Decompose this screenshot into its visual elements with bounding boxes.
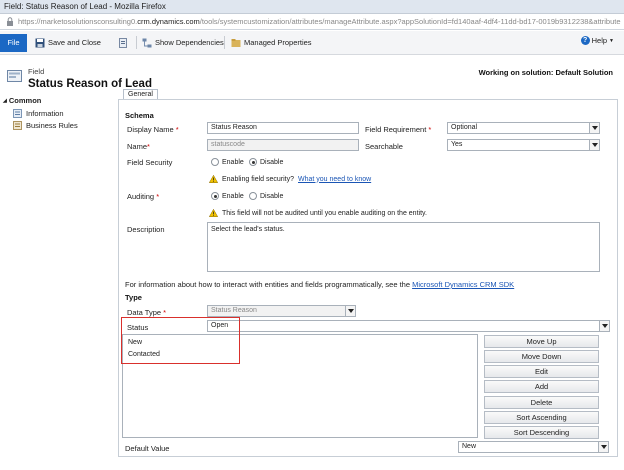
type-section-title: Type (125, 293, 142, 302)
auditing-enable-radio[interactable]: Enable (211, 192, 244, 200)
dependencies-icon (142, 38, 152, 47)
left-nav: ◢ Common Information Business Rules (0, 93, 117, 470)
data-type-label: Data Type * (127, 308, 167, 317)
nav-group-label: Common (8, 96, 42, 105)
warning-icon (209, 209, 218, 217)
field-security-enable-radio[interactable]: Enable (211, 158, 244, 166)
window-titlebar: Field: Status Reason of Lead - Mozilla F… (0, 0, 624, 14)
entity-kind: Field (28, 67, 45, 76)
page-icon (119, 37, 127, 48)
url-host: crm.dynamics.com (137, 17, 200, 26)
managed-properties-button[interactable]: Managed Properties (231, 36, 312, 49)
chevron-down-icon (598, 442, 608, 452)
warning-icon (209, 175, 218, 183)
nav-group-common[interactable]: ◢ Common (3, 96, 41, 105)
business-rules-icon (13, 121, 22, 130)
help-button[interactable]: ? Help ▼ (580, 36, 614, 45)
description-field[interactable]: Select the lead's status. (207, 222, 600, 272)
field-security-warning-text: Enabling field security? (222, 175, 294, 183)
edit-button[interactable]: Edit (484, 365, 599, 378)
chevron-down-icon (589, 140, 599, 150)
command-ribbon: File Save and Close Show Dependencies Ma… (0, 31, 624, 55)
auditing-disable-radio[interactable]: Disable (249, 192, 283, 200)
save-icon (35, 38, 45, 47)
status-select[interactable]: Open (207, 320, 610, 332)
auditing-label: Auditing * (127, 192, 160, 201)
field-security-warning: Enabling field security? What you need t… (209, 175, 371, 183)
url-prefix: https://marketosolutionsconsulting0. (18, 17, 138, 26)
delete-button[interactable]: Delete (484, 396, 599, 409)
default-value-label: Default Value (125, 444, 170, 453)
window-title: Field: Status Reason of Lead - Mozilla F… (4, 2, 166, 11)
lock-icon (7, 17, 13, 26)
nav-item-information[interactable]: Information (13, 109, 64, 118)
move-up-button[interactable]: Move Up (484, 335, 599, 348)
name-field: statuscode (207, 139, 359, 151)
properties-page-button[interactable] (118, 36, 128, 49)
chevron-down-icon (589, 123, 599, 133)
save-and-close-button[interactable]: Save and Close (35, 36, 101, 49)
default-value-select[interactable]: New (458, 441, 609, 453)
chevron-down-icon: ▼ (609, 37, 614, 44)
solution-label: Working on solution: Default Solution (478, 68, 613, 77)
nav-item-label: Information (26, 109, 64, 118)
address-bar[interactable]: https://marketosolutionsconsulting0.crm.… (0, 14, 624, 30)
data-type-select: Status Reason (207, 305, 356, 317)
file-button[interactable]: File (0, 34, 27, 52)
description-label: Description (127, 225, 165, 234)
radio-icon (211, 192, 219, 200)
field-security-label: Field Security (127, 158, 173, 167)
field-requirement-select[interactable]: Optional (447, 122, 600, 134)
chevron-down-icon (345, 306, 355, 316)
url-suffix: /tools/systemcustomization/attributes/ma… (199, 17, 621, 26)
show-dependencies-label: Show Dependencies (155, 38, 224, 47)
managed-properties-icon (231, 38, 241, 47)
sort-descending-button[interactable]: Sort Descending (484, 426, 599, 439)
ribbon-separator (224, 36, 225, 49)
sdk-info-text: For information about how to interact wi… (125, 280, 410, 289)
nav-item-business-rules[interactable]: Business Rules (13, 121, 78, 130)
searchable-select[interactable]: Yes (447, 139, 600, 151)
form-content: Schema Display Name * Status Reason Fiel… (118, 99, 618, 457)
sdk-info: For information about how to interact wi… (125, 280, 514, 289)
auditing-warning-text: This field will not be audited until you… (222, 209, 427, 217)
sort-ascending-button[interactable]: Sort Ascending (484, 411, 599, 424)
auditing-warning: This field will not be audited until you… (209, 209, 427, 217)
address-url[interactable]: https://marketosolutionsconsulting0.crm.… (18, 17, 621, 26)
add-button[interactable]: Add (484, 380, 599, 393)
highlight-box (121, 317, 240, 364)
help-icon: ? (580, 36, 590, 45)
nav-item-label: Business Rules (26, 121, 78, 130)
information-icon (13, 109, 22, 118)
radio-icon (249, 192, 257, 200)
field-security-disable-radio[interactable]: Disable (249, 158, 283, 166)
move-down-button[interactable]: Move Down (484, 350, 599, 363)
searchable-label: Searchable (365, 142, 403, 151)
radio-icon (211, 158, 219, 166)
display-name-field[interactable]: Status Reason (207, 122, 359, 134)
chevron-down-icon (599, 321, 609, 331)
sdk-link[interactable]: Microsoft Dynamics CRM SDK (412, 280, 514, 289)
field-icon (7, 70, 22, 82)
display-name-label: Display Name * (127, 125, 179, 134)
show-dependencies-button[interactable]: Show Dependencies (142, 36, 224, 49)
triangle-down-icon: ◢ (3, 97, 7, 104)
name-label: Name* (127, 142, 150, 151)
help-label: Help (591, 36, 608, 45)
save-and-close-label: Save and Close (48, 38, 101, 47)
field-requirement-label: Field Requirement * (365, 125, 432, 134)
what-you-need-to-know-link[interactable]: What you need to know (298, 176, 371, 183)
managed-properties-label: Managed Properties (244, 38, 312, 47)
radio-icon (249, 158, 257, 166)
ribbon-separator (136, 36, 137, 49)
schema-section-title: Schema (125, 111, 154, 120)
